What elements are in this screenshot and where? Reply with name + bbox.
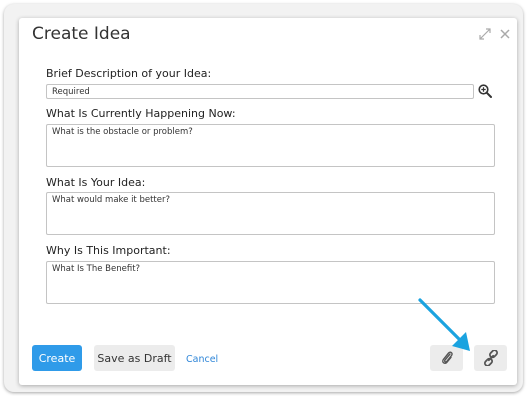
dialog-title: Create Idea xyxy=(32,24,131,44)
cancel-link[interactable]: Cancel xyxy=(186,354,218,365)
create-idea-dialog: Create Idea Brief Description of your Id… xyxy=(19,18,517,385)
current-situation-label: What Is Currently Happening Now: xyxy=(46,107,236,120)
create-button[interactable]: Create xyxy=(32,345,82,371)
annotation-arrow-icon xyxy=(418,298,470,351)
link-icon xyxy=(483,350,498,366)
current-situation-textarea[interactable]: What is the obstacle or problem? xyxy=(46,124,495,167)
zoom-in-icon[interactable] xyxy=(478,84,492,98)
save-as-draft-button[interactable]: Save as Draft xyxy=(94,345,175,371)
expand-icon[interactable] xyxy=(479,28,491,40)
idea-textarea[interactable]: What would make it better? xyxy=(46,192,495,235)
brief-description-input[interactable]: Required xyxy=(46,84,474,99)
importance-label: Why Is This Important: xyxy=(46,244,171,257)
link-button[interactable] xyxy=(474,345,507,371)
close-icon[interactable] xyxy=(499,28,511,40)
screenshot-frame: Create Idea Brief Description of your Id… xyxy=(4,4,523,392)
brief-description-label: Brief Description of your Idea: xyxy=(46,67,212,80)
idea-label: What Is Your Idea: xyxy=(46,176,146,189)
